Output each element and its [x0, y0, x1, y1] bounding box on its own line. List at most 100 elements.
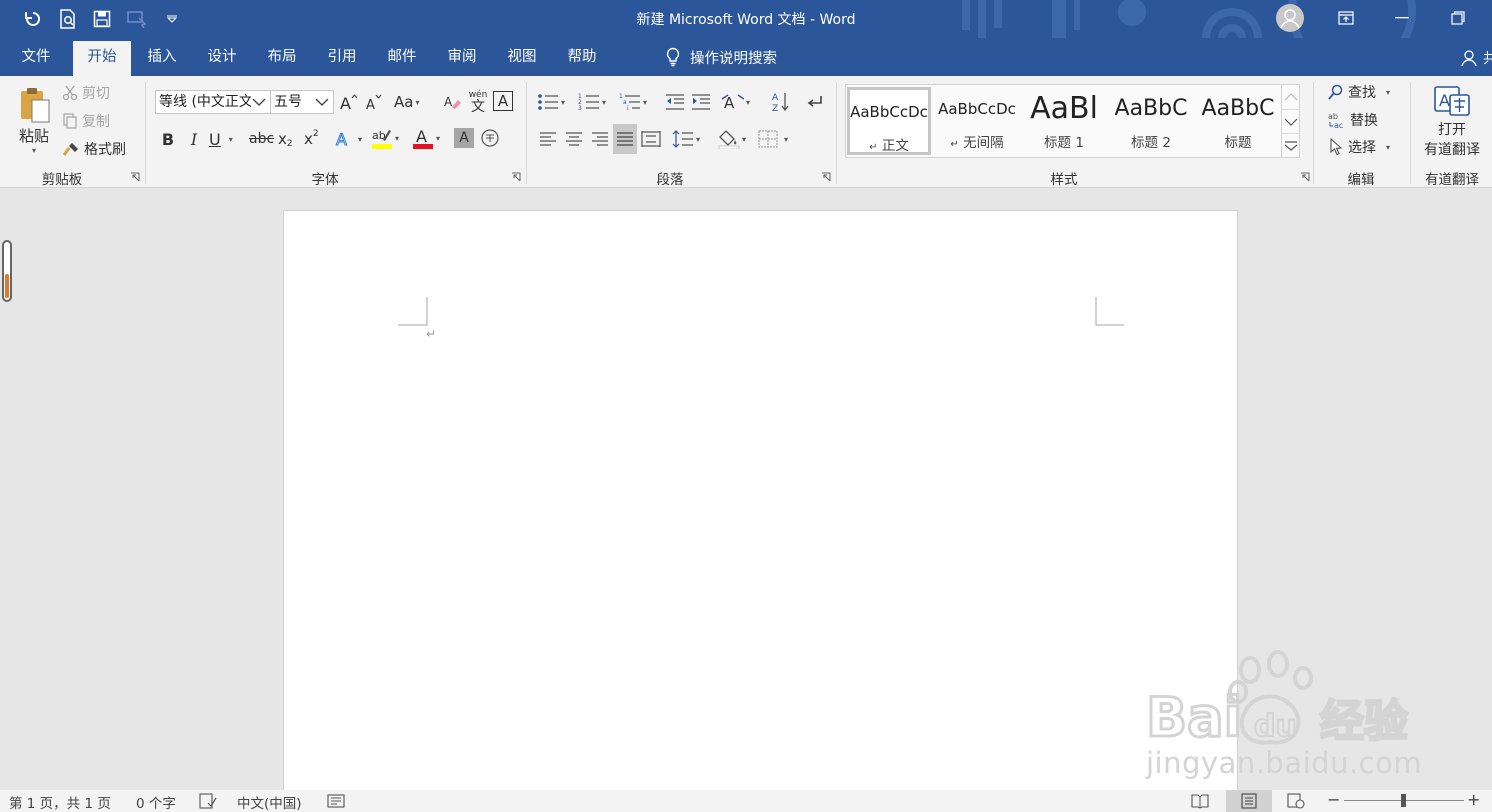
expand-gallery-icon[interactable] [1282, 133, 1300, 157]
text-effects-button[interactable]: A ▾ [334, 126, 363, 152]
title-bar: 新建 Microsoft Word 文档 - Word [0, 0, 1492, 38]
styles-launcher-icon[interactable] [1300, 172, 1310, 182]
justify-button[interactable] [613, 124, 637, 154]
zoom-out-button[interactable]: − [1327, 790, 1340, 809]
find-button[interactable]: 查找 ▾ [1328, 80, 1390, 104]
group-separator [1410, 82, 1411, 184]
tell-me-search[interactable]: 操作说明搜索 [664, 38, 777, 76]
font-launcher-icon[interactable] [511, 172, 521, 182]
paste-dropdown-icon[interactable]: ▾ [32, 146, 36, 155]
style-no-spacing[interactable]: AaBbCcDc ↵ 无间隔 [935, 87, 1019, 155]
grow-font-button[interactable]: A [338, 90, 358, 114]
style-title[interactable]: AaBbC 标题 [1196, 87, 1280, 155]
line-spacing-button[interactable]: ▾ [672, 126, 700, 152]
paste-button[interactable]: 粘贴 ▾ [12, 80, 56, 160]
chevron-down-icon[interactable] [314, 91, 330, 113]
tab-home[interactable]: 开始 [73, 41, 131, 76]
zoom-in-button[interactable]: + [1467, 790, 1480, 809]
change-case-button[interactable]: Aa ▾ [394, 90, 419, 114]
select-button[interactable]: 选择 ▾ [1328, 135, 1390, 159]
align-right-button[interactable] [589, 126, 611, 152]
shrink-font-button[interactable]: A [363, 90, 383, 114]
numbering-button[interactable]: 1 2 3 ▾ [578, 90, 606, 114]
chevron-down-icon[interactable] [251, 91, 267, 113]
print-layout-button[interactable] [1226, 790, 1272, 812]
show-paragraph-marks-button[interactable] [803, 90, 825, 114]
multilevel-list-icon: 1ai [619, 93, 640, 111]
underline-button[interactable]: U ▾ [209, 126, 233, 152]
copy-button[interactable]: 复制 [62, 110, 110, 132]
multilevel-list-button[interactable]: 1 a i ▾ [619, 90, 647, 114]
phonetic-guide-button[interactable]: wén 文 [466, 88, 490, 116]
style-normal[interactable]: AaBbCcDc ↵ 正文 [847, 87, 931, 155]
read-mode-icon[interactable] [1191, 793, 1209, 809]
search-icon [1328, 84, 1343, 100]
tab-help[interactable]: 帮助 [558, 38, 606, 76]
word-count[interactable]: 0 个字 [136, 792, 176, 812]
chevron-down-icon[interactable] [1282, 109, 1300, 133]
style-heading-1-name: 标题 1 [1044, 135, 1084, 151]
macro-record-icon[interactable] [327, 793, 345, 809]
tab-review[interactable]: 审阅 [438, 38, 486, 76]
style-heading-1[interactable]: AaBl 标题 1 [1022, 87, 1106, 155]
style-heading-2[interactable]: AaBbC 标题 2 [1109, 87, 1193, 155]
increase-indent-button[interactable] [690, 90, 712, 114]
document-page[interactable]: ↵ [283, 210, 1238, 810]
share-button[interactable]: 共 [1461, 48, 1492, 68]
replace-button[interactable]: ab ac 替换 [1328, 108, 1378, 132]
character-border-button[interactable]: A [493, 91, 513, 111]
ribbon-display-options-icon[interactable] [1326, 4, 1366, 32]
sort-button[interactable]: AZ [770, 90, 792, 114]
distributed-button[interactable] [640, 126, 662, 152]
decrease-indent-button[interactable] [664, 90, 686, 114]
highlight-color-button[interactable]: ab ▾ [371, 124, 399, 152]
font-name-value: 等线 (中文正文 [159, 94, 253, 110]
align-left-button[interactable] [537, 126, 559, 152]
font-name-combo[interactable]: 等线 (中文正文 [155, 90, 271, 114]
bold-button[interactable]: B [157, 126, 179, 152]
paragraph-launcher-icon[interactable] [821, 172, 831, 182]
chevron-up-icon[interactable] [1282, 85, 1300, 109]
account-avatar[interactable] [1270, 4, 1310, 32]
format-painter-button[interactable]: 格式刷 [62, 138, 126, 160]
font-color-button[interactable]: A ▾ [412, 124, 440, 152]
tab-design[interactable]: 设计 [198, 38, 246, 76]
tab-view[interactable]: 视图 [498, 38, 546, 76]
tab-file[interactable]: 文件 [10, 38, 62, 76]
strikethrough-button[interactable]: abc [249, 126, 274, 152]
character-shading-button[interactable]: A [454, 128, 474, 148]
borders-button[interactable]: ▾ [758, 126, 788, 152]
clipboard-launcher-icon[interactable] [130, 172, 140, 182]
group-youdao-label: 有道翻译 [1425, 172, 1479, 188]
increase-indent-icon [692, 94, 710, 110]
tab-insert[interactable]: 插入 [138, 38, 186, 76]
font-size-combo[interactable]: 五号 [270, 90, 334, 114]
tab-mailings[interactable]: 邮件 [378, 38, 426, 76]
tab-layout[interactable]: 布局 [258, 38, 306, 76]
subscript-button[interactable]: x2 [278, 126, 293, 152]
youdao-line1: 打开 [1438, 122, 1466, 138]
open-youdao-button[interactable]: A 打开 有道翻译 [1418, 82, 1486, 162]
shading-button[interactable]: ▾ [718, 126, 746, 152]
cut-label: 剪切 [82, 86, 110, 102]
proofing-icon[interactable] [199, 793, 217, 809]
align-left-icon [540, 132, 556, 146]
page-count[interactable]: 第 1 页，共 1 页 [9, 792, 111, 812]
ribbon-home: 粘贴 ▾ 剪切 复制 格式刷 剪贴板 等线 (中文正文 五号 A A Aa ▾ A… [0, 76, 1492, 188]
zoom-slider-thumb[interactable] [1401, 794, 1406, 807]
chinese-layout-button[interactable]: A ▾ [722, 90, 750, 114]
language-indicator[interactable]: 中文(中国) [237, 792, 302, 812]
web-layout-icon[interactable] [1287, 793, 1305, 809]
group-font-label: 字体 [311, 172, 339, 188]
superscript-button[interactable]: x2 [304, 126, 319, 152]
enclose-characters-button[interactable] [480, 128, 500, 148]
restore-button[interactable] [1438, 4, 1478, 32]
bullets-button[interactable]: ▾ [537, 90, 565, 114]
minimize-button[interactable] [1382, 4, 1422, 32]
cut-button[interactable]: 剪切 [62, 82, 110, 104]
navigation-scroll-indicator[interactable] [2, 240, 12, 302]
italic-button[interactable]: I [183, 126, 205, 152]
clear-formatting-button[interactable]: A [442, 90, 464, 114]
tab-references[interactable]: 引用 [318, 38, 366, 76]
align-center-button[interactable] [563, 126, 585, 152]
